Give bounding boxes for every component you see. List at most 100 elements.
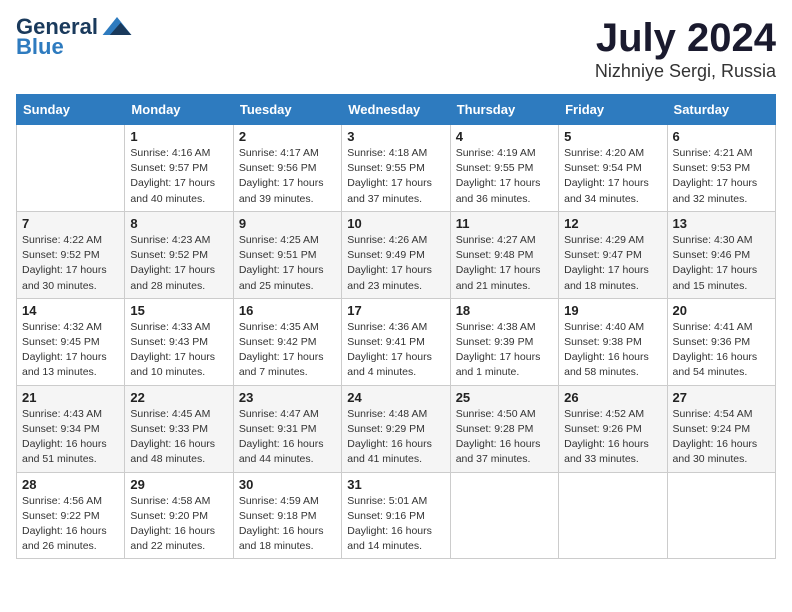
day-header-saturday: Saturday	[667, 95, 775, 125]
day-info: Sunrise: 4:32 AM Sunset: 9:45 PM Dayligh…	[22, 320, 119, 381]
calendar-cell: 28 Sunrise: 4:56 AM Sunset: 9:22 PM Dayli…	[17, 472, 125, 559]
day-info: Sunrise: 4:48 AM Sunset: 9:29 PM Dayligh…	[347, 407, 444, 468]
calendar-cell: 22 Sunrise: 4:45 AM Sunset: 9:33 PM Dayli…	[125, 385, 233, 472]
day-number: 24	[347, 390, 444, 405]
month-title: July 2024	[595, 16, 776, 61]
day-number: 9	[239, 216, 336, 231]
day-number: 13	[673, 216, 770, 231]
day-info: Sunrise: 4:16 AM Sunset: 9:57 PM Dayligh…	[130, 146, 227, 207]
day-info: Sunrise: 4:25 AM Sunset: 9:51 PM Dayligh…	[239, 233, 336, 294]
day-number: 23	[239, 390, 336, 405]
day-number: 3	[347, 129, 444, 144]
calendar-week-row: 1Sunrise: 4:16 AM Sunset: 9:57 PM Daylig…	[17, 125, 776, 212]
day-info: Sunrise: 4:45 AM Sunset: 9:33 PM Dayligh…	[130, 407, 227, 468]
calendar-cell: 2 Sunrise: 4:17 AM Sunset: 9:56 PM Daylig…	[233, 125, 341, 212]
calendar-cell: 25 Sunrise: 4:50 AM Sunset: 9:28 PM Dayli…	[450, 385, 558, 472]
calendar-cell: 13 Sunrise: 4:30 AM Sunset: 9:46 PM Dayli…	[667, 211, 775, 298]
day-info: Sunrise: 4:29 AM Sunset: 9:47 PM Dayligh…	[564, 233, 661, 294]
day-info: Sunrise: 4:41 AM Sunset: 9:36 PM Dayligh…	[673, 320, 770, 381]
day-number: 6	[673, 129, 770, 144]
calendar-cell: 5 Sunrise: 4:20 AM Sunset: 9:54 PM Daylig…	[559, 125, 667, 212]
calendar-week-row: 14 Sunrise: 4:32 AM Sunset: 9:45 PM Dayli…	[17, 298, 776, 385]
day-number: 26	[564, 390, 661, 405]
day-info: Sunrise: 4:35 AM Sunset: 9:42 PM Dayligh…	[239, 320, 336, 381]
calendar-header-row: SundayMondayTuesdayWednesdayThursdayFrid…	[17, 95, 776, 125]
day-number: 15	[130, 303, 227, 318]
day-number: 28	[22, 477, 119, 492]
day-number: 8	[130, 216, 227, 231]
calendar-cell: 11 Sunrise: 4:27 AM Sunset: 9:48 PM Dayli…	[450, 211, 558, 298]
day-info: Sunrise: 4:22 AM Sunset: 9:52 PM Dayligh…	[22, 233, 119, 294]
day-number: 2	[239, 129, 336, 144]
day-number: 19	[564, 303, 661, 318]
day-info: Sunrise: 4:27 AM Sunset: 9:48 PM Dayligh…	[456, 233, 553, 294]
day-info: Sunrise: 4:19 AM Sunset: 9:55 PM Dayligh…	[456, 146, 553, 207]
calendar-cell: 6 Sunrise: 4:21 AM Sunset: 9:53 PM Daylig…	[667, 125, 775, 212]
calendar-cell: 30Sunrise: 4:59 AM Sunset: 9:18 PM Dayli…	[233, 472, 341, 559]
title-area: July 2024 Nizhniye Sergi, Russia	[595, 16, 776, 82]
day-info: Sunrise: 4:38 AM Sunset: 9:39 PM Dayligh…	[456, 320, 553, 381]
calendar-cell: 10 Sunrise: 4:26 AM Sunset: 9:49 PM Dayli…	[342, 211, 450, 298]
calendar-cell: 31 Sunrise: 5:01 AM Sunset: 9:16 PM Dayli…	[342, 472, 450, 559]
logo: GeneralBlue	[16, 16, 132, 58]
day-number: 31	[347, 477, 444, 492]
logo-text: GeneralBlue	[16, 16, 98, 58]
calendar-cell: 26 Sunrise: 4:52 AM Sunset: 9:26 PM Dayli…	[559, 385, 667, 472]
day-number: 27	[673, 390, 770, 405]
day-number: 18	[456, 303, 553, 318]
calendar-cell: 4Sunrise: 4:19 AM Sunset: 9:55 PM Daylig…	[450, 125, 558, 212]
day-info: Sunrise: 4:21 AM Sunset: 9:53 PM Dayligh…	[673, 146, 770, 207]
calendar-cell: 14 Sunrise: 4:32 AM Sunset: 9:45 PM Dayli…	[17, 298, 125, 385]
day-header-monday: Monday	[125, 95, 233, 125]
day-number: 20	[673, 303, 770, 318]
day-info: Sunrise: 4:54 AM Sunset: 9:24 PM Dayligh…	[673, 407, 770, 468]
calendar-cell: 8 Sunrise: 4:23 AM Sunset: 9:52 PM Daylig…	[125, 211, 233, 298]
day-header-wednesday: Wednesday	[342, 95, 450, 125]
calendar-cell	[667, 472, 775, 559]
calendar-cell: 3 Sunrise: 4:18 AM Sunset: 9:55 PM Daylig…	[342, 125, 450, 212]
day-info: Sunrise: 4:58 AM Sunset: 9:20 PM Dayligh…	[130, 494, 227, 555]
day-number: 7	[22, 216, 119, 231]
day-number: 16	[239, 303, 336, 318]
day-info: Sunrise: 5:01 AM Sunset: 9:16 PM Dayligh…	[347, 494, 444, 555]
day-number: 30	[239, 477, 336, 492]
day-number: 10	[347, 216, 444, 231]
day-info: Sunrise: 4:52 AM Sunset: 9:26 PM Dayligh…	[564, 407, 661, 468]
calendar-cell	[450, 472, 558, 559]
calendar-cell: 16 Sunrise: 4:35 AM Sunset: 9:42 PM Dayli…	[233, 298, 341, 385]
calendar-week-row: 21Sunrise: 4:43 AM Sunset: 9:34 PM Dayli…	[17, 385, 776, 472]
day-number: 14	[22, 303, 119, 318]
day-info: Sunrise: 4:23 AM Sunset: 9:52 PM Dayligh…	[130, 233, 227, 294]
day-info: Sunrise: 4:50 AM Sunset: 9:28 PM Dayligh…	[456, 407, 553, 468]
day-number: 11	[456, 216, 553, 231]
header: GeneralBlue July 2024 Nizhniye Sergi, Ru…	[16, 16, 776, 82]
day-header-thursday: Thursday	[450, 95, 558, 125]
calendar-cell: 1Sunrise: 4:16 AM Sunset: 9:57 PM Daylig…	[125, 125, 233, 212]
day-number: 21	[22, 390, 119, 405]
day-number: 17	[347, 303, 444, 318]
day-info: Sunrise: 4:18 AM Sunset: 9:55 PM Dayligh…	[347, 146, 444, 207]
day-number: 25	[456, 390, 553, 405]
logo-icon	[102, 17, 132, 35]
calendar-cell: 17 Sunrise: 4:36 AM Sunset: 9:41 PM Dayli…	[342, 298, 450, 385]
calendar-body: 1Sunrise: 4:16 AM Sunset: 9:57 PM Daylig…	[17, 125, 776, 559]
calendar-table: SundayMondayTuesdayWednesdayThursdayFrid…	[16, 94, 776, 559]
calendar-cell: 15Sunrise: 4:33 AM Sunset: 9:43 PM Dayli…	[125, 298, 233, 385]
location-title: Nizhniye Sergi, Russia	[595, 61, 776, 82]
day-info: Sunrise: 4:56 AM Sunset: 9:22 PM Dayligh…	[22, 494, 119, 555]
day-number: 5	[564, 129, 661, 144]
calendar-cell	[559, 472, 667, 559]
day-header-friday: Friday	[559, 95, 667, 125]
day-number: 29	[130, 477, 227, 492]
calendar-cell: 9 Sunrise: 4:25 AM Sunset: 9:51 PM Daylig…	[233, 211, 341, 298]
day-header-sunday: Sunday	[17, 95, 125, 125]
day-info: Sunrise: 4:36 AM Sunset: 9:41 PM Dayligh…	[347, 320, 444, 381]
day-info: Sunrise: 4:30 AM Sunset: 9:46 PM Dayligh…	[673, 233, 770, 294]
day-number: 22	[130, 390, 227, 405]
day-info: Sunrise: 4:17 AM Sunset: 9:56 PM Dayligh…	[239, 146, 336, 207]
day-info: Sunrise: 4:26 AM Sunset: 9:49 PM Dayligh…	[347, 233, 444, 294]
calendar-cell	[17, 125, 125, 212]
calendar-cell: 20 Sunrise: 4:41 AM Sunset: 9:36 PM Dayli…	[667, 298, 775, 385]
day-info: Sunrise: 4:20 AM Sunset: 9:54 PM Dayligh…	[564, 146, 661, 207]
calendar-week-row: 7 Sunrise: 4:22 AM Sunset: 9:52 PM Daylig…	[17, 211, 776, 298]
